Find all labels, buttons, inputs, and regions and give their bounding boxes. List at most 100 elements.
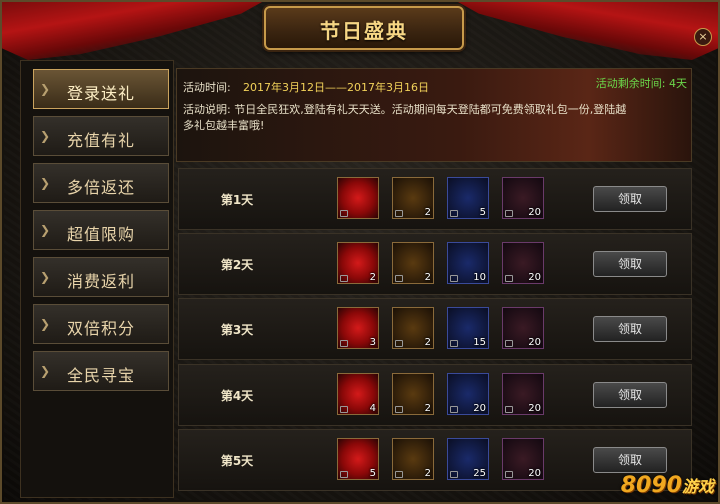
event-description-line2: 多礼包越丰富哦! bbox=[183, 119, 265, 132]
item-count: 5 bbox=[369, 468, 376, 479]
close-button[interactable]: × bbox=[694, 28, 712, 46]
gold-bars-icon[interactable]: 2 bbox=[392, 242, 434, 284]
item-count: 20 bbox=[528, 207, 541, 218]
claim-button[interactable]: 领取 bbox=[593, 447, 667, 473]
fire-orb-icon[interactable]: 20 bbox=[502, 373, 544, 415]
fire-orb-icon[interactable]: 20 bbox=[502, 438, 544, 480]
bound-lock-icon bbox=[505, 471, 513, 478]
bound-lock-icon bbox=[395, 406, 403, 413]
item-count: 3 bbox=[369, 337, 376, 348]
sidebar-item-double-points[interactable]: ❯ 双倍积分 bbox=[33, 304, 169, 344]
item-count: 4 bbox=[369, 403, 376, 414]
item-count: 15 bbox=[473, 337, 486, 348]
bound-lock-icon bbox=[395, 275, 403, 282]
item-count: 2 bbox=[424, 207, 431, 218]
sidebar-item-treasure-hunt[interactable]: ❯ 全民寻宝 bbox=[33, 351, 169, 391]
claim-button[interactable]: 领取 bbox=[593, 316, 667, 342]
treasure-seal-icon[interactable] bbox=[337, 177, 379, 219]
sidebar-item-limited-purchase[interactable]: ❯ 超值限购 bbox=[33, 210, 169, 250]
treasure-seal-icon[interactable]: 4 bbox=[337, 373, 379, 415]
window-title: 节日盛典 bbox=[320, 19, 408, 43]
event-remaining-time: 活动剩余时间: 4天 bbox=[595, 77, 687, 90]
blue-orb-icon[interactable]: 25 bbox=[447, 438, 489, 480]
bound-lock-icon bbox=[450, 471, 458, 478]
event-window: 节日盛典 × ❯ 登录送礼 ❯ 充值有礼 ❯ 多倍返还 ❯ 超值限购 ❯ 消费返… bbox=[0, 0, 720, 504]
watermark-brand: 8090 bbox=[620, 473, 682, 498]
bound-lock-icon bbox=[450, 275, 458, 282]
item-count: 20 bbox=[528, 403, 541, 414]
bound-lock-icon bbox=[395, 340, 403, 347]
item-count: 10 bbox=[473, 272, 486, 283]
reward-row-day5: 第5天 5 2 25 20 领取 bbox=[178, 429, 692, 491]
item-count: 20 bbox=[528, 468, 541, 479]
sidebar-item-label: 超值限购 bbox=[66, 225, 135, 244]
bound-lock-icon bbox=[340, 471, 348, 478]
item-count: 20 bbox=[528, 337, 541, 348]
gold-bars-icon[interactable]: 2 bbox=[392, 177, 434, 219]
gold-bars-icon[interactable]: 2 bbox=[392, 373, 434, 415]
bound-lock-icon bbox=[450, 340, 458, 347]
bound-lock-icon bbox=[340, 406, 348, 413]
day-label: 第2天 bbox=[220, 258, 254, 272]
day-label: 第4天 bbox=[220, 389, 254, 403]
gold-bars-icon[interactable]: 2 bbox=[392, 307, 434, 349]
fire-orb-icon[interactable]: 20 bbox=[502, 242, 544, 284]
day-label: 第1天 bbox=[220, 193, 254, 207]
event-description-line1: 活动说明: 节日全民狂欢,登陆有礼天天送。活动期间每天登陆都可免费领取礼包一份,… bbox=[183, 103, 627, 116]
fire-orb-icon[interactable]: 20 bbox=[502, 177, 544, 219]
bound-lock-icon bbox=[340, 340, 348, 347]
title-plate: 节日盛典 bbox=[264, 6, 464, 50]
bound-lock-icon bbox=[505, 210, 513, 217]
site-watermark: 8090游戏 bbox=[621, 473, 714, 498]
bound-lock-icon bbox=[450, 210, 458, 217]
sidebar: ❯ 登录送礼 ❯ 充值有礼 ❯ 多倍返还 ❯ 超值限购 ❯ 消费返利 ❯ 双倍积… bbox=[20, 60, 174, 498]
treasure-seal-icon[interactable]: 5 bbox=[337, 438, 379, 480]
claim-button[interactable]: 领取 bbox=[593, 186, 667, 212]
gold-bars-icon[interactable]: 2 bbox=[392, 438, 434, 480]
reward-row-day2: 第2天 2 2 10 20 领取 bbox=[178, 233, 692, 295]
bound-lock-icon bbox=[505, 406, 513, 413]
bound-lock-icon bbox=[340, 275, 348, 282]
watermark-suffix: 游戏 bbox=[681, 477, 714, 496]
item-count: 2 bbox=[424, 468, 431, 479]
treasure-seal-icon[interactable]: 2 bbox=[337, 242, 379, 284]
claim-button[interactable]: 领取 bbox=[593, 382, 667, 408]
item-count: 5 bbox=[479, 207, 486, 218]
fire-orb-icon[interactable]: 20 bbox=[502, 307, 544, 349]
treasure-seal-icon[interactable]: 3 bbox=[337, 307, 379, 349]
claim-button[interactable]: 领取 bbox=[593, 251, 667, 277]
sidebar-item-recharge-gift[interactable]: ❯ 充值有礼 bbox=[33, 116, 169, 156]
bound-lock-icon bbox=[395, 210, 403, 217]
item-count: 2 bbox=[424, 403, 431, 414]
item-count: 20 bbox=[473, 403, 486, 414]
sidebar-item-spend-rebate[interactable]: ❯ 消费返利 bbox=[33, 257, 169, 297]
sidebar-item-label: 登录送礼 bbox=[66, 84, 135, 103]
sidebar-item-multi-return[interactable]: ❯ 多倍返还 bbox=[33, 163, 169, 203]
event-time-value: 2017年3月12日——2017年3月16日 bbox=[243, 81, 429, 94]
reward-row-day1: 第1天 2 5 20 领取 bbox=[178, 168, 692, 230]
blue-orb-icon[interactable]: 20 bbox=[447, 373, 489, 415]
blue-orb-icon[interactable]: 10 bbox=[447, 242, 489, 284]
reward-row-day3: 第3天 3 2 15 20 领取 bbox=[178, 298, 692, 360]
item-count: 2 bbox=[369, 272, 376, 283]
bound-lock-icon bbox=[340, 210, 348, 217]
bound-lock-icon bbox=[505, 275, 513, 282]
sidebar-item-label: 消费返利 bbox=[66, 272, 135, 291]
item-count: 25 bbox=[473, 468, 486, 479]
blue-orb-icon[interactable]: 15 bbox=[447, 307, 489, 349]
day-label: 第3天 bbox=[220, 323, 254, 337]
sidebar-item-label: 全民寻宝 bbox=[66, 366, 135, 385]
bound-lock-icon bbox=[395, 471, 403, 478]
bound-lock-icon bbox=[450, 406, 458, 413]
event-time-label: 活动时间: bbox=[183, 81, 231, 94]
blue-orb-icon[interactable]: 5 bbox=[447, 177, 489, 219]
day-label: 第5天 bbox=[220, 454, 254, 468]
bound-lock-icon bbox=[505, 340, 513, 347]
sidebar-item-login-gift[interactable]: ❯ 登录送礼 bbox=[33, 69, 169, 109]
item-count: 2 bbox=[424, 337, 431, 348]
event-info-panel: 活动时间: 2017年3月12日——2017年3月16日 活动剩余时间: 4天 … bbox=[176, 68, 692, 162]
reward-row-day4: 第4天 4 2 20 20 领取 bbox=[178, 364, 692, 426]
sidebar-item-label: 双倍积分 bbox=[66, 319, 135, 338]
item-count: 2 bbox=[424, 272, 431, 283]
item-count: 20 bbox=[528, 272, 541, 283]
